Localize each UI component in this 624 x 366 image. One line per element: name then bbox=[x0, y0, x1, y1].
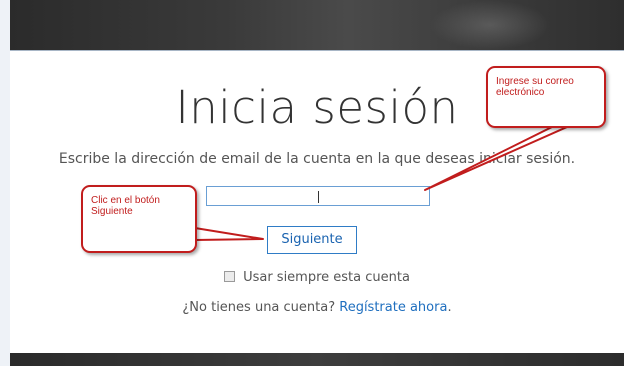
text-caret bbox=[317, 190, 319, 203]
register-link[interactable]: Regístrate ahora bbox=[339, 300, 447, 315]
remember-label[interactable]: Usar siempre esta cuenta bbox=[243, 270, 410, 285]
next-annotation-callout: Clic en el botón Siguiente bbox=[81, 185, 197, 253]
next-button[interactable]: Siguiente bbox=[267, 226, 357, 254]
register-suffix: . bbox=[447, 300, 452, 315]
remember-row: Usar siempre esta cuenta bbox=[10, 270, 624, 285]
screenshot-frame: Inicia sesión Escribe la dirección de em… bbox=[0, 0, 624, 366]
header-background bbox=[10, 0, 624, 51]
no-account-row: ¿No tienes una cuenta? Regístrate ahora. bbox=[10, 300, 624, 315]
remember-checkbox[interactable] bbox=[224, 271, 236, 282]
email-input[interactable] bbox=[206, 186, 430, 206]
footer-background bbox=[10, 353, 624, 366]
page-subtitle: Escribe la dirección de email de la cuen… bbox=[58, 151, 576, 167]
no-account-text: ¿No tienes una cuenta? bbox=[182, 300, 340, 315]
email-annotation-callout: Ingrese su correo electrónico bbox=[486, 66, 606, 128]
